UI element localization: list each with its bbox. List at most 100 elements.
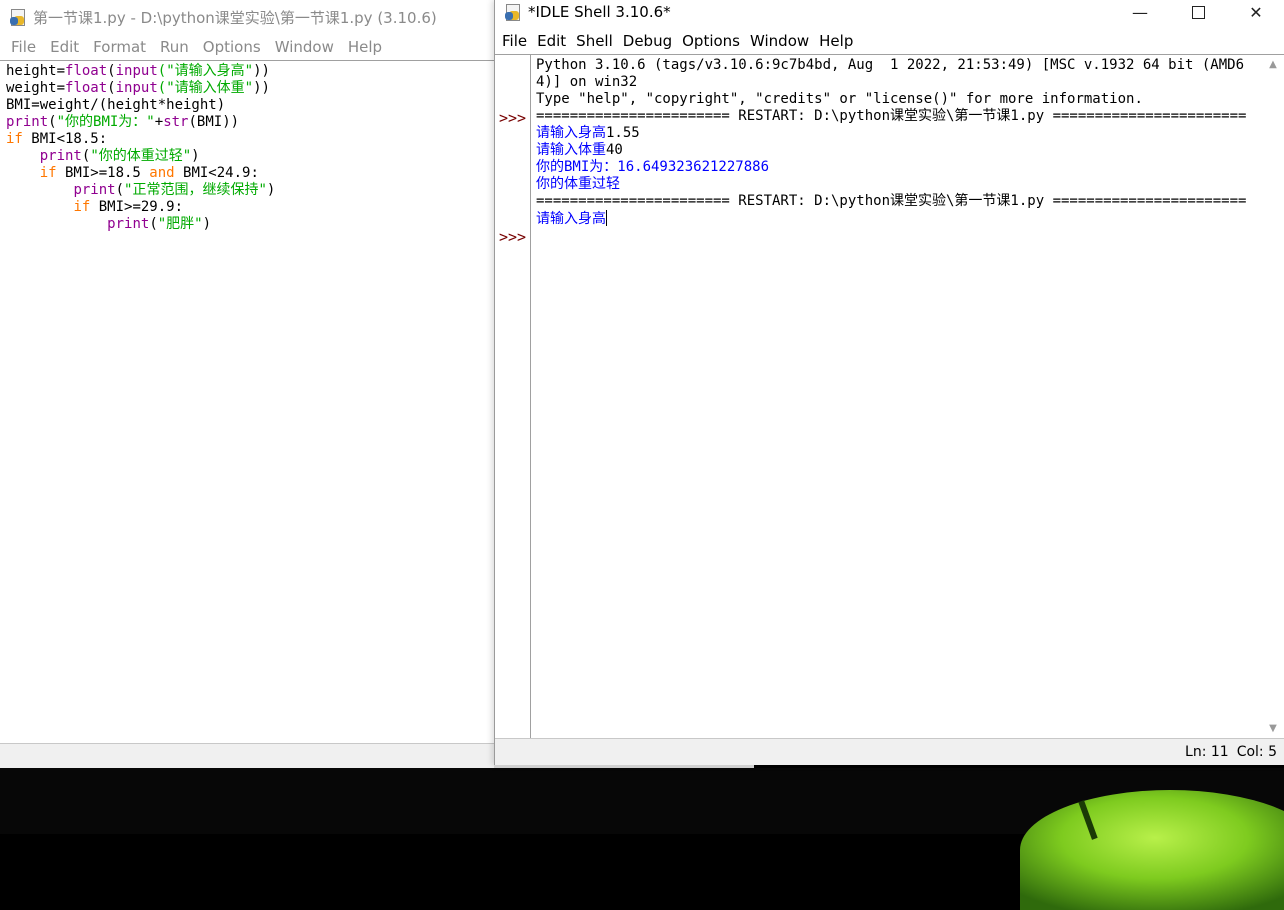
code-token: and [149,165,175,181]
shell-line-text: 请输入身高 [536,125,606,141]
code-token: if [6,131,23,147]
code-token: if [39,165,57,181]
shell-line-text: Type "help", "copyright", "credits" or "… [536,91,1143,107]
shell-menu-edit[interactable]: Edit [534,32,569,50]
shell-line[interactable]: 你的BMI为：16.649323621227886 [536,159,1260,176]
shell-line[interactable]: 请输入身高 [536,210,1260,228]
vertical-scrollbar[interactable]: ▲ ▼ [1263,55,1284,739]
shell-line-text: 你的体重过轻 [536,176,620,192]
shell-menu-debug[interactable]: Debug [620,32,675,50]
shell-menu-bar: File Edit Shell Debug Options Window Hel… [495,28,1284,54]
code-token: ( [149,216,158,232]
code-line[interactable]: if BMI>=18.5 and BMI<24.9: [6,165,275,182]
shell-menu-file[interactable]: File [499,32,530,50]
editor-menu-options[interactable]: Options [200,38,264,56]
minimize-button[interactable]: — [1111,0,1169,24]
editor-window[interactable]: 第一节课1.py - D:\python课堂实验\第一节课1.py (3.10.… [0,0,495,768]
source-code[interactable]: height=float(input("请输入身高")) weight=float… [6,63,275,233]
code-token: float [65,63,108,79]
shell-line-text: ======================= RESTART: D:\pyth… [536,193,1247,209]
shell-line-text: ======================= RESTART: D:\pyth… [536,108,1247,124]
code-token: if [73,199,91,215]
prompt-gutter: >>> >>> [495,55,531,739]
shell-line[interactable]: ======================= RESTART: D:\pyth… [536,108,1260,125]
code-token: ( [107,80,116,96]
code-token: "肥胖" [157,216,203,232]
horizontal-scrollbar[interactable] [494,765,754,768]
editor-title-bar[interactable]: 第一节课1.py - D:\python课堂实验\第一节课1.py (3.10.… [0,0,494,34]
wallpaper-tent-image [1020,790,1284,910]
code-line[interactable]: if BMI<18.5: [6,131,275,148]
code-token: "你的体重过轻" [90,148,192,164]
shell-line-text: 你的BMI为：16.649323621227886 [536,159,770,175]
code-token: ( [48,114,57,130]
code-token: + [154,114,164,130]
user-input-text: 40 [606,142,623,158]
code-token: input [115,63,158,79]
shell-prompt: >>> [499,228,527,246]
code-token: "你的BMI为：" [56,114,155,130]
code-token: "正常范围，继续保持" [124,182,267,198]
code-token: print [73,182,116,198]
shell-line[interactable]: 请输入体重40 [536,142,1260,159]
editor-status-bar [0,743,494,768]
shell-menu-options[interactable]: Options [679,32,743,50]
shell-line-text: Python 3.10.6 (tags/v3.10.6:9c7b4bd, Aug… [536,57,1245,90]
shell-line[interactable]: 你的体重过轻 [536,176,1260,193]
code-token: ) [202,216,212,232]
scroll-down-icon[interactable]: ▼ [1268,724,1278,734]
code-token: BMI>=18.5 [56,165,150,181]
editor-title: 第一节课1.py - D:\python课堂实验\第一节课1.py (3.10.… [33,8,437,27]
code-line[interactable]: height=float(input("请输入身高")) [6,63,275,80]
code-token: ) [191,148,200,164]
editor-menu-window[interactable]: Window [272,38,337,56]
code-line[interactable]: if BMI>=29.9: [6,199,275,216]
shell-menu-help[interactable]: Help [816,32,856,50]
code-token: ("请输入身高" [157,63,254,79]
code-line[interactable]: print("你的BMI为："+str(BMI)) [6,114,275,131]
text-caret [606,210,607,226]
shell-title: *IDLE Shell 3.10.6* [528,3,671,21]
shell-line[interactable]: ======================= RESTART: D:\pyth… [536,193,1260,210]
code-line[interactable]: print("肥胖") [6,216,275,233]
editor-menu-file[interactable]: File [8,38,39,56]
shell-menu-shell[interactable]: Shell [573,32,616,50]
scroll-up-icon[interactable]: ▲ [1268,60,1278,70]
shell-output[interactable]: Python 3.10.6 (tags/v3.10.6:9c7b4bd, Aug… [536,57,1260,228]
editor-menu-edit[interactable]: Edit [47,38,82,56]
code-line[interactable]: weight=float(input("请输入体重")) [6,80,275,97]
code-token: print [107,216,150,232]
code-token: BMI>=29.9: [90,199,184,215]
editor-menu-format[interactable]: Format [90,38,149,56]
code-token: (BMI)) [188,114,240,130]
shell-line[interactable]: Type "help", "copyright", "credits" or "… [536,91,1260,108]
code-token: weight= [6,80,66,96]
column-indicator: Col: 5 [1236,744,1277,760]
code-token: BMI=weight/(height*height) [6,97,226,113]
python-shell-icon [504,3,522,21]
shell-menu-window[interactable]: Window [747,32,812,50]
editor-menu-run[interactable]: Run [157,38,192,56]
close-button[interactable]: ✕ [1227,0,1284,24]
editor-menu-bar: File Edit Format Run Options Window Help [0,34,494,60]
code-line[interactable]: print("正常范围，继续保持") [6,182,275,199]
shell-window[interactable]: *IDLE Shell 3.10.6* — ✕ File Edit Shell … [494,0,1284,765]
shell-line[interactable]: Python 3.10.6 (tags/v3.10.6:9c7b4bd, Aug… [536,57,1260,91]
code-line[interactable]: print("你的体重过轻") [6,148,275,165]
code-editor-area[interactable]: height=float(input("请输入身高")) weight=float… [0,60,494,744]
shell-body[interactable]: >>> >>> Python 3.10.6 (tags/v3.10.6:9c7b… [495,54,1284,739]
maximize-button[interactable] [1169,0,1227,24]
editor-menu-help[interactable]: Help [345,38,385,56]
shell-line[interactable]: 请输入身高1.55 [536,125,1260,142]
code-token: ( [115,182,125,198]
code-token: float [65,80,108,96]
python-file-icon [9,8,27,26]
code-line[interactable]: BMI=weight/(height*height) [6,97,275,114]
code-token: input [115,80,158,96]
code-token: ("请输入体重" [157,80,254,96]
shell-prompt: >>> [499,109,527,127]
shell-status-bar: Ln: 11 Col: 5 [495,738,1284,765]
